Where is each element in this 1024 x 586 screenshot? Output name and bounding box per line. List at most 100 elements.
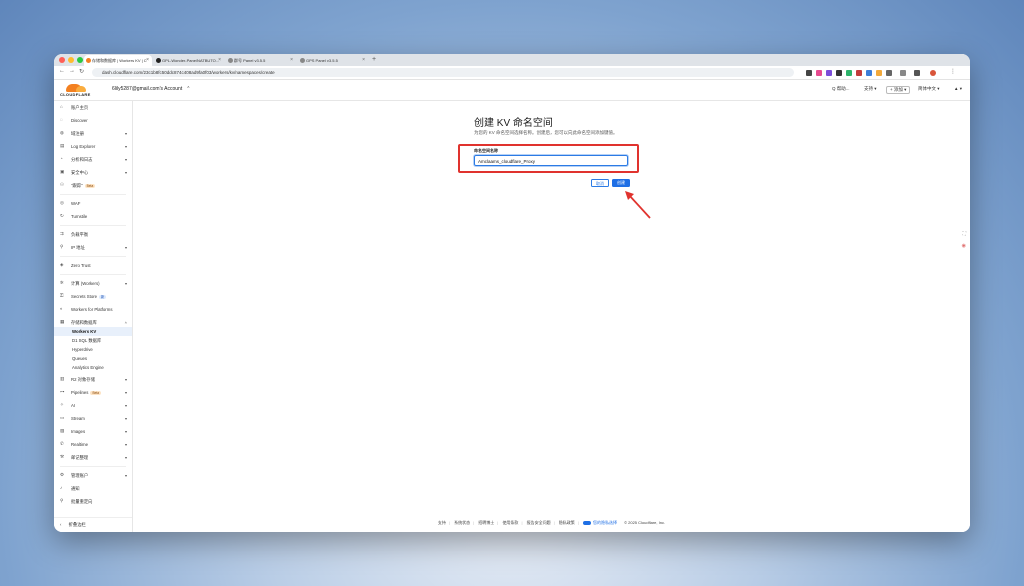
add-menu[interactable]: + 添加 ▾ xyxy=(886,86,911,94)
beta-badge: Beta xyxy=(84,184,96,188)
caret-down-icon: ▾ xyxy=(124,144,127,149)
sidebar-item-label: Images xyxy=(71,429,86,434)
sidebar-item-secrets-store[interactable]: ⚿ Secrets Store 新 xyxy=(54,292,132,301)
close-window-button[interactable] xyxy=(59,57,65,63)
tool-icon: ⚒ xyxy=(60,454,65,459)
sidebar-item-domains[interactable]: ◍ 域注册 ▾ xyxy=(54,129,132,138)
sidebar-item-queues[interactable]: Queues xyxy=(54,354,132,363)
collapse-sidebar-button[interactable]: ‹ 折叠边栏 xyxy=(54,517,132,532)
new-tab-icon[interactable]: + xyxy=(372,54,376,66)
sidebar-item-log-explorer[interactable]: ▤ Log Explorer ▾ xyxy=(54,142,132,151)
sidebar-item-images[interactable]: ▨ Images ▾ xyxy=(54,427,132,436)
browser-tab[interactable]: 群号 Panel v3.5.5 × xyxy=(226,55,296,66)
beta-badge: Beta xyxy=(90,391,101,395)
support-menu[interactable]: 支持 ▾ xyxy=(864,86,877,92)
caret-down-icon: ▾ xyxy=(124,473,127,478)
sidebar-item-bulk-redirects[interactable]: ⚲ 批量重定向 xyxy=(54,497,132,506)
sidebar-item-security-center[interactable]: ▣ 安全中心 ▾ xyxy=(54,168,132,177)
extension-icon[interactable] xyxy=(816,70,822,76)
side-panel-icon[interactable]: ⛶ xyxy=(962,231,966,237)
back-icon[interactable]: ← xyxy=(59,68,65,74)
footer-link-privacy-choice[interactable]: 您的隐私选择 xyxy=(593,520,617,525)
sidebar-item-analytics-engine[interactable]: Analytics Engine xyxy=(54,363,132,372)
profile-avatar-icon[interactable] xyxy=(930,70,936,76)
forward-icon[interactable]: → xyxy=(69,68,75,74)
panel-favicon-icon xyxy=(228,58,233,63)
footer-link-status[interactable]: 系统状态 xyxy=(454,520,470,525)
cancel-button[interactable]: 取消 xyxy=(591,179,609,187)
account-name: 6lily5287@gmail.com's Account xyxy=(112,86,183,92)
extension-icon[interactable] xyxy=(876,70,882,76)
reload-icon[interactable]: ↻ xyxy=(79,68,84,75)
browser-tab[interactable]: GPL-Wonder-Pane/NATBUTO... × xyxy=(154,55,224,66)
extension-icon[interactable] xyxy=(846,70,852,76)
sidebar-item-label: 管理账户 xyxy=(71,473,89,478)
cloudflare-logo[interactable]: CLOUDFLARE xyxy=(60,84,92,97)
url-input[interactable]: dash.cloudflare.com/23c1b8fc50ddc874c408… xyxy=(92,68,794,77)
minimize-window-button[interactable] xyxy=(68,57,74,63)
sidebar-item-stream[interactable]: ▭ Stream ▾ xyxy=(54,414,132,423)
browser-tab-active[interactable]: 存储和数据库 | Workers KV | C × xyxy=(84,55,152,66)
namespace-name-label: 命名空间名称 xyxy=(474,148,498,153)
sidebar-item-discover[interactable]: ◌ Discover xyxy=(54,116,132,125)
search-button[interactable]: Q 帮助... xyxy=(832,86,850,92)
caret-down-icon: ▾ xyxy=(124,157,127,162)
sidebar-item-workers-for-platforms[interactable]: ◐ Workers for Platforms xyxy=(54,305,132,314)
footer-link-terms[interactable]: 使用条款 xyxy=(502,520,518,525)
browser-window: 存储和数据库 | Workers KV | C × GPL-Wonder-Pan… xyxy=(54,54,970,532)
sidebar-item-tools[interactable]: ⚒ 邮记整理 ▾ xyxy=(54,453,132,462)
maximize-window-button[interactable] xyxy=(77,57,83,63)
sidebar-item-analytics[interactable]: ◔ 分析和日志 ▾ xyxy=(54,155,132,164)
sidebar-item-hyperdrive[interactable]: Hyperdrive xyxy=(54,345,132,354)
tab-title: GPL-Wonder-Pane/NATBUTO... xyxy=(162,58,220,63)
annotation-arrow-icon xyxy=(625,191,651,219)
sidebar-item-ip-addresses[interactable]: ⚲ IP 地址 ▾ xyxy=(54,243,132,252)
language-menu[interactable]: 简体中文 ▾ xyxy=(918,86,940,92)
sidebar-item-load-balancing[interactable]: ⇉ 负载平衡 xyxy=(54,230,132,239)
side-helper-icon[interactable]: ◉ xyxy=(962,243,966,249)
database-icon: ▦ xyxy=(60,319,65,324)
chart-icon: ◔ xyxy=(60,156,63,161)
extension-icon[interactable] xyxy=(806,70,812,76)
sidebar-item-compute[interactable]: ✲ 计算 (Workers) ▾ xyxy=(54,279,132,288)
sidebar-item-realtime[interactable]: ✆ Realtime ▾ xyxy=(54,440,132,449)
user-menu[interactable]: ▲ ▾ xyxy=(954,86,962,92)
extension-icon[interactable] xyxy=(836,70,842,76)
tab-close-icon[interactable]: × xyxy=(218,55,221,66)
sidebar-item-storage-databases[interactable]: ▦ 存储和数据库 ˄ xyxy=(54,318,132,327)
browser-tab[interactable]: GPS Panel v3.5.5 × xyxy=(298,55,368,66)
footer-link-privacy[interactable]: 隐私政策 xyxy=(559,520,575,525)
account-switcher[interactable]: 6lily5287@gmail.com's Account ⌃ xyxy=(112,86,190,92)
sidebar-item-manage-account[interactable]: ⚙ 管理账户 ▾ xyxy=(54,471,132,480)
tab-close-icon[interactable]: × xyxy=(362,55,365,66)
sidebar-item-pipelines[interactable]: ⊶ Pipelines Beta ▾ xyxy=(54,388,132,397)
extension-icon[interactable] xyxy=(900,70,906,76)
extensions-puzzle-icon[interactable] xyxy=(914,70,920,76)
footer-link-support[interactable]: 支持 xyxy=(438,520,446,525)
extension-icon[interactable] xyxy=(826,70,832,76)
sidebar-item-waf[interactable]: ◎ WAF xyxy=(54,199,132,208)
menu-dots-icon[interactable]: ⋮ xyxy=(950,68,956,75)
extension-icon[interactable] xyxy=(866,70,872,76)
stream-icon: ▭ xyxy=(60,415,65,420)
sidebar-item-ai[interactable]: ✧ AI ▾ xyxy=(54,401,132,410)
turnstile-icon: ↻ xyxy=(60,213,64,218)
extension-icon[interactable] xyxy=(856,70,862,76)
create-button[interactable]: 创建 xyxy=(612,179,630,187)
sidebar-item-label: D1 SQL 数据库 xyxy=(72,338,102,343)
namespace-name-input[interactable]: Amclaams_cloudflare_Proxy xyxy=(474,155,628,166)
sidebar-item-turnstile[interactable]: ↻ Turnstile xyxy=(54,212,132,221)
globe-icon: ◍ xyxy=(60,130,64,135)
footer-link-careers[interactable]: 招聘博士 xyxy=(478,520,494,525)
sidebar-item-r2[interactable]: ▥ R2 对象存储 ▾ xyxy=(54,375,132,384)
tab-close-icon[interactable]: × xyxy=(146,55,149,66)
sidebar-item-notifications[interactable]: ♪ 通知 xyxy=(54,484,132,493)
sidebar-item-home[interactable]: ⌂ 账户主页 xyxy=(54,103,132,112)
footer-link-security[interactable]: 报告安全问题 xyxy=(527,520,551,525)
sidebar-item-zero-trust[interactable]: ◈ Zero Trust xyxy=(54,261,132,270)
sidebar-item-workers-kv[interactable]: Workers KV xyxy=(54,327,132,336)
tab-close-icon[interactable]: × xyxy=(290,55,293,66)
sidebar-item-d1[interactable]: D1 SQL 数据库 xyxy=(54,336,132,345)
extension-icon[interactable] xyxy=(886,70,892,76)
sidebar-item-tracking[interactable]: ⚇ "跟踪" Beta xyxy=(54,181,132,190)
